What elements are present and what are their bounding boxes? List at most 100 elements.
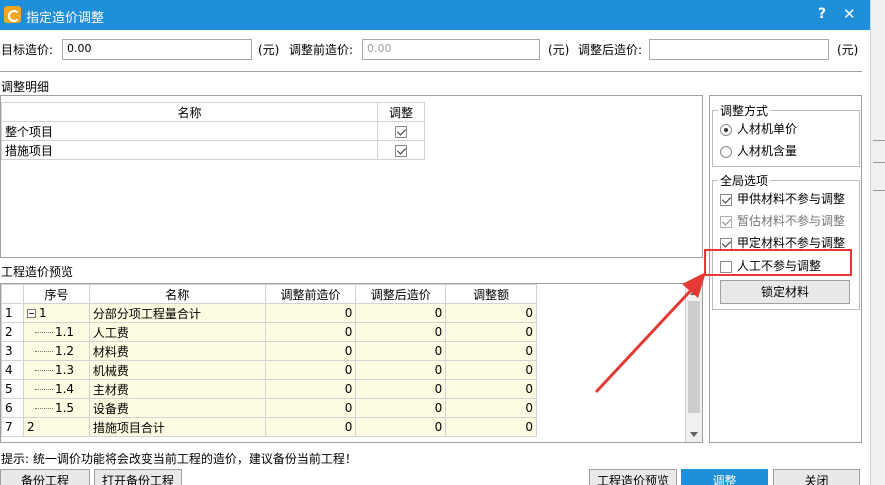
checkbox-label: 甲定材料不参与调整 <box>737 236 846 250</box>
after-cell: 0 <box>355 322 447 342</box>
after-cell: 0 <box>355 417 447 437</box>
checkbox-label: 甲供材料不参与调整 <box>737 192 846 206</box>
name-cell: 措施项目合计 <box>88 417 266 437</box>
scroll-up-icon[interactable] <box>690 290 698 295</box>
option-supply-material[interactable]: 甲供材料不参与调整 <box>720 190 845 207</box>
table-row[interactable]: 6 1.5 设备费 0 0 0 <box>1 398 537 418</box>
name-cell: 设备费 <box>88 398 266 418</box>
row-index: 2 <box>1 322 24 342</box>
table-row[interactable]: 5 1.4 主材费 0 0 0 <box>1 379 537 399</box>
preview-scrollbar[interactable] <box>685 285 702 442</box>
before-cell: 0 <box>264 303 357 323</box>
unit-label: (元) <box>548 43 570 57</box>
name-cell: 机械费 <box>88 360 266 380</box>
option-estimate-material[interactable]: 暂估材料不参与调整 <box>720 212 845 229</box>
diff-cell: 0 <box>445 341 537 361</box>
after-cost-label: 调整后造价: <box>578 43 643 57</box>
diff-cell: 0 <box>445 379 537 399</box>
diff-cell: 0 <box>445 303 537 323</box>
target-cost-input[interactable]: 0.00 <box>62 39 252 60</box>
table-row[interactable]: 2 1.1 人工费 0 0 0 <box>1 322 537 342</box>
lock-material-button[interactable]: 锁定材料 <box>720 280 850 304</box>
open-backup-button[interactable]: 打开备份工程 <box>94 469 182 485</box>
column-header: 名称 <box>0 102 379 122</box>
tree-connector <box>34 408 53 409</box>
diff-cell: 0 <box>445 360 537 380</box>
table-row[interactable]: 7 2 措施项目合计 0 0 0 <box>1 417 537 437</box>
detail-section-label: 调整明细 <box>1 80 50 94</box>
after-cost-input[interactable] <box>649 39 829 60</box>
after-cell: 0 <box>355 398 447 418</box>
background-window-edge <box>870 0 885 485</box>
table-row[interactable]: 4 1.3 机械费 0 0 0 <box>1 360 537 380</box>
scroll-thumb[interactable] <box>688 301 700 413</box>
adjust-checkbox[interactable] <box>395 125 408 138</box>
tree-connector <box>34 370 53 371</box>
backup-button[interactable]: 备份工程 <box>0 469 90 485</box>
table-row[interactable]: 措施项目 <box>0 140 425 160</box>
seq-cell: 1.2 <box>54 344 75 358</box>
column-header: 调整前造价 <box>264 284 357 304</box>
name-cell: 材料费 <box>88 341 266 361</box>
after-cell: 0 <box>355 379 447 399</box>
row-index: 6 <box>1 398 24 418</box>
after-cell: 0 <box>355 360 447 380</box>
radio-unit-price[interactable]: 人材机单价 <box>720 120 797 137</box>
radio-content[interactable]: 人材机含量 <box>720 142 797 159</box>
radio-button[interactable] <box>720 145 732 158</box>
checkbox[interactable] <box>720 237 732 250</box>
seq-cell: 1.5 <box>54 401 75 415</box>
row-index: 3 <box>1 341 24 361</box>
row-index: 1 <box>1 303 24 323</box>
column-header: 调整后造价 <box>355 284 447 304</box>
table-row[interactable]: 整个项目 <box>0 121 425 141</box>
row-index-header <box>1 284 24 304</box>
before-cell: 0 <box>264 379 357 399</box>
row-index: 7 <box>1 417 24 437</box>
close-icon[interactable]: ✕ <box>843 5 856 23</box>
preview-table: 序号 名称 调整前造价 调整后造价 调整额 1 1 分部分项工程量合计 0 0 … <box>1 284 537 437</box>
detail-panel: 名称 调整 整个项目 措施项目 <box>0 95 703 258</box>
highlight-box <box>704 249 852 276</box>
name-cell: 主材费 <box>88 379 266 399</box>
title-bar: 指定造价调整 ? ✕ <box>0 0 870 30</box>
name-cell: 人工费 <box>88 322 266 342</box>
divider <box>0 71 862 72</box>
unit-label: (元) <box>258 43 280 57</box>
checkbox-label: 暂估材料不参与调整 <box>737 214 846 228</box>
radio-button[interactable] <box>720 123 732 136</box>
detail-name: 措施项目 <box>0 140 379 160</box>
preview-button[interactable]: 工程造价预览 <box>589 469 677 485</box>
target-cost-label: 目标造价: <box>1 43 54 57</box>
before-cost-input[interactable]: 0.00 <box>362 39 540 60</box>
global-options-legend: 全局选项 <box>718 172 771 189</box>
before-cell: 0 <box>264 360 357 380</box>
detail-table: 名称 调整 整个项目 措施项目 <box>0 102 425 160</box>
adjust-checkbox[interactable] <box>395 144 408 157</box>
detail-name: 整个项目 <box>0 121 379 141</box>
after-cell: 0 <box>355 341 447 361</box>
column-header: 序号 <box>22 284 90 304</box>
diff-cell: 0 <box>445 398 537 418</box>
table-row[interactable]: 1 1 分部分项工程量合计 0 0 0 <box>1 303 537 323</box>
tree-connector <box>34 332 53 333</box>
window-title: 指定造价调整 <box>26 11 105 26</box>
name-cell: 分部分项工程量合计 <box>88 303 266 323</box>
collapse-icon[interactable] <box>26 309 36 318</box>
checkbox[interactable] <box>720 193 732 206</box>
table-row[interactable]: 3 1.2 材料费 0 0 0 <box>1 341 537 361</box>
checkbox[interactable] <box>720 215 732 228</box>
diff-cell: 0 <box>445 322 537 342</box>
before-cell: 0 <box>264 341 357 361</box>
seq-cell: 1.1 <box>54 325 75 339</box>
scroll-down-icon[interactable] <box>690 432 698 437</box>
seq-cell: 2 <box>26 420 35 434</box>
row-index: 5 <box>1 379 24 399</box>
after-cell: 0 <box>355 303 447 323</box>
adjust-button[interactable]: 调整 <box>681 469 768 485</box>
hint-text: 提示: 统一调价功能将会改变当前工程的造价，建议备份当前工程！ <box>1 452 357 466</box>
before-cost-label: 调整前造价: <box>289 43 354 57</box>
before-cell: 0 <box>264 417 357 437</box>
close-button[interactable]: 关闭 <box>773 469 860 485</box>
help-button[interactable]: ? <box>818 6 826 22</box>
